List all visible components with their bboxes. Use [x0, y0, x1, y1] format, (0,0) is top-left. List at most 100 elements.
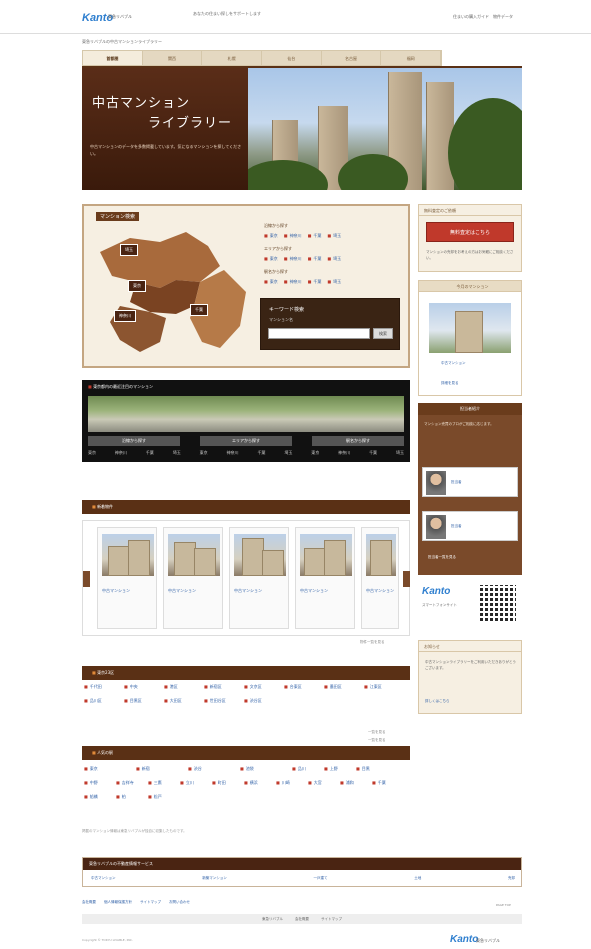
band-link[interactable]: 東京: [88, 450, 96, 456]
region-button-tokyo[interactable]: 東京: [128, 280, 146, 292]
station-link[interactable]: 品川: [292, 766, 324, 772]
band-link[interactable]: 神奈川: [115, 450, 127, 456]
page-top-link[interactable]: PAGE TOP: [496, 903, 511, 907]
map-region-saitama[interactable]: [100, 232, 220, 288]
staff-list-link[interactable]: 担当者一覧を見る: [428, 555, 456, 560]
band-link[interactable]: 千葉: [257, 450, 265, 456]
region-button-chiba[interactable]: 千葉: [190, 304, 208, 316]
band-button[interactable]: エリアから探す: [200, 436, 292, 446]
ward-link[interactable]: 墨田区: [324, 684, 364, 690]
tab-sapporo[interactable]: 札幌: [202, 51, 263, 65]
service-link[interactable]: 一戸建て: [314, 876, 328, 881]
ward-link[interactable]: 品川区: [84, 698, 124, 704]
area-link[interactable]: 神奈川: [284, 279, 302, 285]
station-link[interactable]: 上野: [324, 766, 356, 772]
footer-link[interactable]: お問い合わせ: [169, 900, 190, 905]
station-link[interactable]: 池袋: [240, 766, 292, 772]
ward-link[interactable]: 渋谷区: [244, 698, 284, 704]
band-button[interactable]: 沿線から探す: [88, 436, 180, 446]
ward-link[interactable]: 大田区: [164, 698, 204, 704]
area-link[interactable]: 埼玉: [327, 233, 341, 239]
property-card-title[interactable]: 中古マンション: [168, 588, 220, 594]
station-link[interactable]: 新宿: [136, 766, 188, 772]
ward-link[interactable]: 文京区: [244, 684, 284, 690]
info-link[interactable]: 詳しくはこちら: [425, 699, 450, 704]
staff-name[interactable]: 担当者: [451, 480, 462, 485]
area-link[interactable]: 千葉: [308, 256, 321, 262]
station-more-link[interactable]: 一覧を見る: [368, 738, 386, 743]
mansion-photo-caption[interactable]: 中古マンション: [441, 361, 466, 366]
station-link[interactable]: 吉祥寺: [116, 780, 148, 786]
station-link[interactable]: 柏: [116, 794, 148, 800]
area-link[interactable]: 東京: [264, 233, 278, 239]
area-link[interactable]: 神奈川: [284, 256, 302, 262]
service-link[interactable]: 土地: [414, 876, 421, 881]
property-card-title[interactable]: 中古マンション: [366, 588, 396, 594]
ward-more-link[interactable]: 一覧を見る: [368, 730, 386, 735]
band-button[interactable]: 駅名から探す: [312, 436, 404, 446]
footer-link[interactable]: 個人情報保護方針: [104, 900, 132, 905]
staff-card[interactable]: 担当者: [422, 467, 518, 497]
footer-link[interactable]: サイトマップ: [140, 900, 161, 905]
breadcrumb[interactable]: 東急リバブルの中古マンションライブラリー: [82, 39, 162, 45]
keyword-radio[interactable]: マンション名: [269, 317, 293, 323]
header-links[interactable]: 住まいの購入ガイド 物件データ: [453, 14, 513, 20]
property-card[interactable]: 中古マンション: [163, 527, 223, 629]
property-card[interactable]: 中古マンション: [97, 527, 157, 629]
carousel-next-button[interactable]: [403, 571, 410, 587]
band-link[interactable]: 埼玉: [284, 450, 292, 456]
region-button-kanagawa[interactable]: 神奈川: [114, 310, 136, 322]
property-card-title[interactable]: 中古マンション: [300, 588, 352, 594]
tab-nagoya[interactable]: 名古屋: [322, 51, 382, 65]
ward-link[interactable]: 港区: [164, 684, 204, 690]
staff-name[interactable]: 担当者: [451, 524, 462, 529]
tab-shutoken[interactable]: 首都圏: [83, 51, 143, 65]
station-link[interactable]: 三鷹: [148, 780, 180, 786]
area-link[interactable]: 東京: [264, 279, 278, 285]
ward-link[interactable]: 目黒区: [124, 698, 164, 704]
footer-link[interactable]: 会社概要: [82, 900, 96, 905]
band-link[interactable]: 千葉: [146, 450, 154, 456]
ward-link[interactable]: 新宿区: [204, 684, 244, 690]
staff-card[interactable]: 担当者: [422, 511, 518, 541]
ward-link[interactable]: 江東区: [364, 684, 404, 690]
band-link[interactable]: 千葉: [369, 450, 377, 456]
band-link[interactable]: 神奈川: [227, 450, 239, 456]
mansion-detail-link[interactable]: 詳細を見る: [441, 381, 459, 386]
ward-link[interactable]: 中央: [124, 684, 164, 690]
app-logo[interactable]: Kanto: [422, 586, 450, 597]
station-link[interactable]: 千葉: [372, 780, 404, 786]
station-link[interactable]: 川崎: [276, 780, 308, 786]
area-link[interactable]: 埼玉: [327, 279, 341, 285]
ward-link[interactable]: 世田谷区: [204, 698, 244, 704]
ward-link[interactable]: 台東区: [284, 684, 324, 690]
band-link[interactable]: 埼玉: [173, 450, 181, 456]
band-link[interactable]: 神奈川: [338, 450, 350, 456]
service-link[interactable]: 売却: [508, 876, 515, 881]
keyword-input[interactable]: [268, 328, 370, 339]
property-card[interactable]: 中古マンション: [229, 527, 289, 629]
area-link[interactable]: 千葉: [308, 279, 321, 285]
area-link[interactable]: 千葉: [308, 233, 321, 239]
station-link[interactable]: 浦和: [340, 780, 372, 786]
carousel-prev-button[interactable]: [83, 571, 90, 587]
station-link[interactable]: 町田: [212, 780, 244, 786]
tab-sendai[interactable]: 仙台: [262, 51, 322, 65]
property-card-title[interactable]: 中古マンション: [234, 588, 286, 594]
mansion-photo[interactable]: [429, 303, 511, 353]
station-link[interactable]: 立川: [180, 780, 212, 786]
featured-more-link[interactable]: 物件一覧を見る: [360, 640, 385, 645]
keyword-search-button[interactable]: 検索: [373, 328, 393, 339]
area-link[interactable]: 東京: [264, 256, 278, 262]
property-card[interactable]: 中古マンション: [295, 527, 355, 629]
station-link[interactable]: 目黒: [356, 766, 388, 772]
tab-fukuoka[interactable]: 福岡: [381, 51, 442, 65]
band-link[interactable]: 東京: [200, 450, 208, 456]
footer-bar-link[interactable]: 東急リバブル: [262, 914, 283, 924]
footer-bar-link[interactable]: サイトマップ: [321, 914, 342, 924]
station-link[interactable]: 横浜: [244, 780, 276, 786]
band-link[interactable]: 埼玉: [396, 450, 404, 456]
tab-kansai[interactable]: 関西: [143, 51, 203, 65]
area-link[interactable]: 神奈川: [284, 233, 302, 239]
station-link[interactable]: 東京: [84, 766, 136, 772]
